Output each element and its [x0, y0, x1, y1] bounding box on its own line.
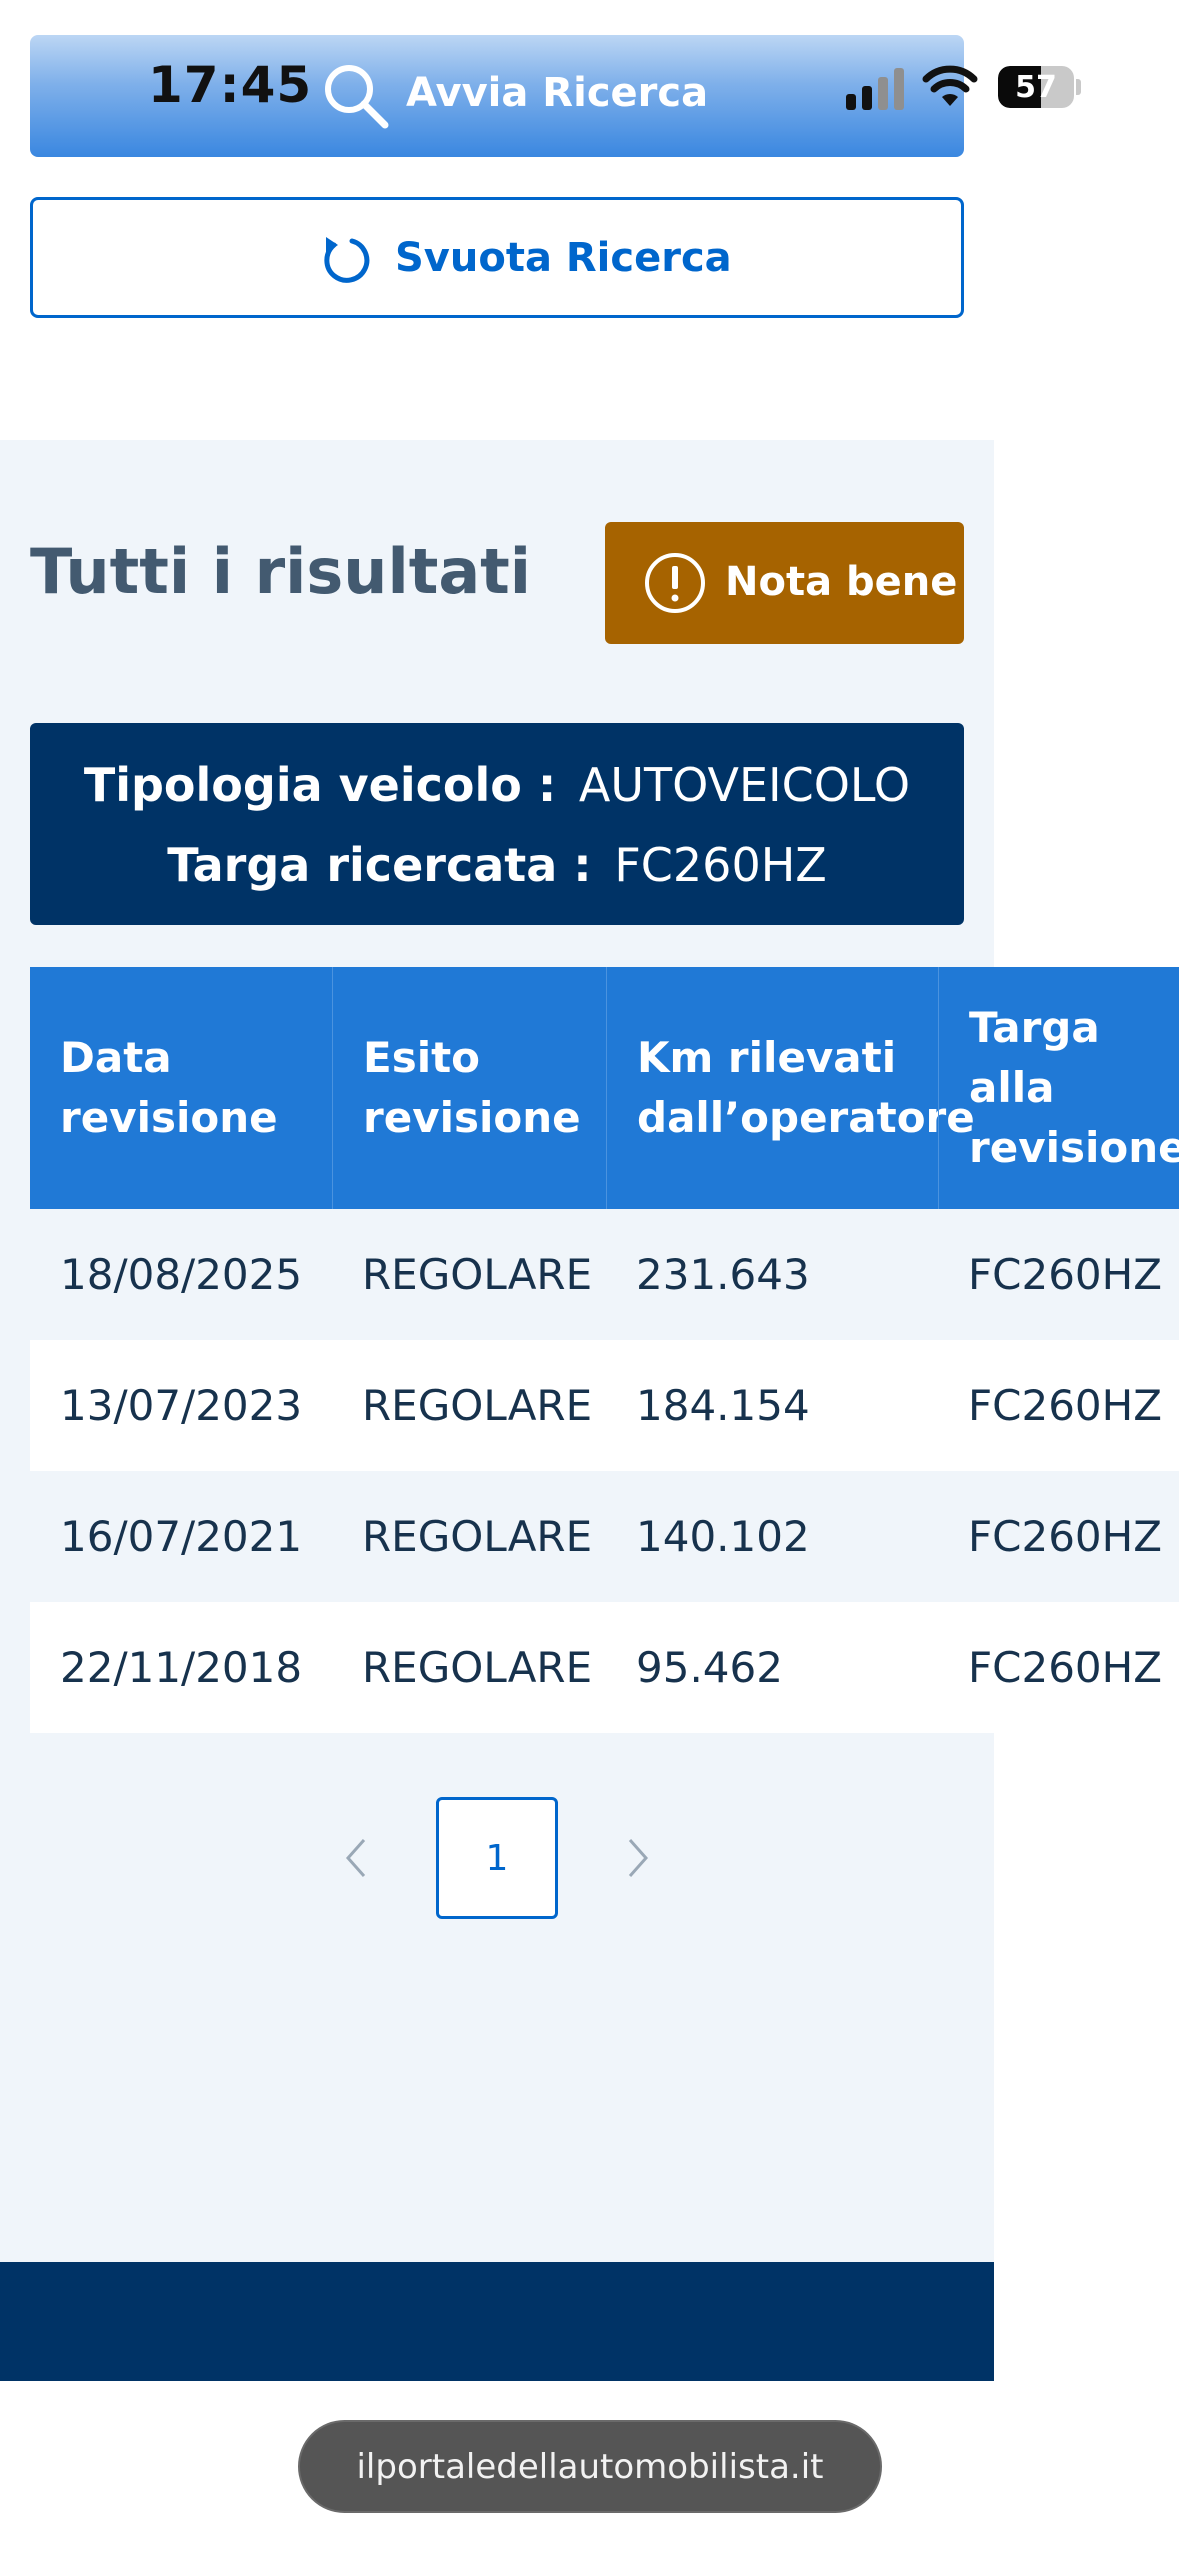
vehicle-type-label: Tipologia veicolo :: [83, 758, 557, 812]
cell-outcome: REGOLARE: [362, 1512, 593, 1561]
cell-outcome: REGOLARE: [362, 1381, 593, 1430]
chevron-right-icon[interactable]: [620, 1832, 656, 1884]
refresh-icon: [324, 237, 370, 283]
table-row: 13/07/2023 REGOLARE 184.154 FC260HZ: [30, 1340, 1179, 1471]
start-search-label: Avvia Ricerca: [406, 70, 709, 116]
clear-search-label: Svuota Ricerca: [395, 235, 732, 281]
cell-date: 16/07/2021: [60, 1512, 303, 1561]
cell-date: 22/11/2018: [60, 1643, 303, 1692]
results-section: Tutti i risultati Nota bene Tipologia ve…: [0, 440, 1179, 2262]
cell-date: 18/08/2025: [60, 1250, 303, 1299]
battery-indicator: 57: [998, 66, 1082, 108]
search-summary-box: Tipologia veicolo : AUTOVEICOLO Targa ri…: [30, 723, 964, 925]
column-header-plate: Targa alla revisione: [938, 967, 1179, 1209]
note-label: Nota bene: [725, 559, 958, 605]
battery-percentage: 57: [1015, 69, 1057, 105]
note-button[interactable]: Nota bene: [605, 522, 964, 644]
results-title: Tutti i risultati: [30, 535, 532, 608]
clear-search-button[interactable]: Svuota Ricerca: [30, 197, 964, 318]
footer-band: [0, 2262, 994, 2381]
searched-plate-label: Targa ricercata :: [167, 838, 592, 892]
cell-plate: FC260HZ: [968, 1250, 1163, 1299]
vehicle-type-value: AUTOVEICOLO: [578, 758, 911, 812]
table-row: 18/08/2025 REGOLARE 231.643 FC260HZ: [30, 1209, 1179, 1340]
cell-plate: FC260HZ: [968, 1381, 1163, 1430]
cell-date: 13/07/2023: [60, 1381, 303, 1430]
status-bar-time: 17:45: [148, 56, 313, 114]
cell-outcome: REGOLARE: [362, 1643, 593, 1692]
exclamation-icon: [645, 553, 705, 613]
cell-km: 140.102: [636, 1512, 810, 1561]
cellular-signal-icon: [846, 68, 904, 110]
inspection-results-table: Data revisione Esito revisione Km rileva…: [30, 967, 1179, 1733]
cell-km: 184.154: [636, 1381, 810, 1430]
column-header-date: Data revisione: [60, 1033, 278, 1142]
table-row: 16/07/2021 REGOLARE 140.102 FC260HZ: [30, 1471, 1179, 1602]
chevron-left-icon[interactable]: [338, 1832, 374, 1884]
pagination-current-page[interactable]: 1: [436, 1797, 558, 1919]
search-icon: [325, 65, 389, 129]
cell-plate: FC260HZ: [968, 1512, 1163, 1561]
cell-outcome: REGOLARE: [362, 1250, 593, 1299]
table-row: 22/11/2018 REGOLARE 95.462 FC260HZ: [30, 1602, 1179, 1733]
cell-km: 95.462: [636, 1643, 783, 1692]
column-header-km: Km rilevati dall’operatore: [606, 967, 975, 1209]
cell-plate: FC260HZ: [968, 1643, 1163, 1692]
wifi-icon: [922, 65, 978, 106]
searched-plate-line: Targa ricercata : FC260HZ: [30, 838, 964, 892]
searched-plate-value: FC260HZ: [614, 838, 827, 892]
vehicle-type-line: Tipologia veicolo : AUTOVEICOLO: [30, 758, 964, 812]
cell-km: 231.643: [636, 1250, 810, 1299]
table-header: Data revisione Esito revisione Km rileva…: [30, 967, 1179, 1209]
column-header-outcome: Esito revisione: [332, 967, 606, 1209]
browser-address-bar[interactable]: ilportaledellautomobilista.it: [298, 2420, 882, 2513]
